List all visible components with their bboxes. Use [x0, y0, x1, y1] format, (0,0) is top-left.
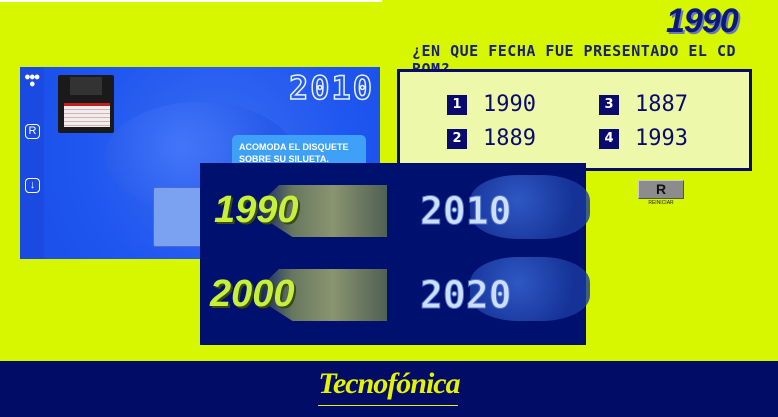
era-selector: 1990 2010 2000 2020	[200, 163, 590, 345]
brand-underline	[318, 405, 458, 406]
registered-icon[interactable]: R	[25, 124, 40, 139]
answer-option-2[interactable]: 2 1889	[447, 126, 536, 151]
answer-option-1[interactable]: 1 1990	[447, 92, 536, 117]
reset-label: REINICIAR	[648, 200, 674, 206]
option-value: 1993	[635, 126, 688, 151]
option-value: 1990	[483, 92, 536, 117]
option-value: 1889	[483, 126, 536, 151]
brand-logo: Tecnofónica	[318, 367, 460, 400]
reset-button[interactable]: R	[638, 180, 684, 199]
era-button-2010[interactable]: 2010	[420, 189, 513, 234]
preview-year: 2010	[288, 68, 374, 108]
floppy-disk[interactable]	[58, 75, 114, 133]
era-button-2020[interactable]: 2020	[420, 273, 513, 318]
option-value: 1887	[635, 92, 688, 117]
option-number: 3	[599, 94, 619, 115]
era-button-2000[interactable]: 2000	[210, 273, 295, 316]
option-number: 1	[447, 94, 467, 115]
answer-box: 1 1990 2 1889 3 1887 4 1993	[397, 69, 752, 171]
option-number: 4	[599, 128, 619, 149]
telefonica-logo-icon: ●●● ●	[25, 72, 40, 88]
footer: Tecnofónica	[0, 361, 778, 417]
era-button-1990[interactable]: 1990	[214, 189, 299, 232]
answer-option-3[interactable]: 3 1887	[599, 92, 688, 117]
download-icon[interactable]: ↓	[25, 178, 40, 193]
era-logo: 1990	[666, 2, 739, 40]
answer-option-4[interactable]: 4 1993	[599, 126, 688, 151]
top-divider	[0, 0, 382, 2]
preview-sidebar: ●●● ● R ↓	[20, 67, 44, 259]
option-number: 2	[447, 128, 467, 149]
